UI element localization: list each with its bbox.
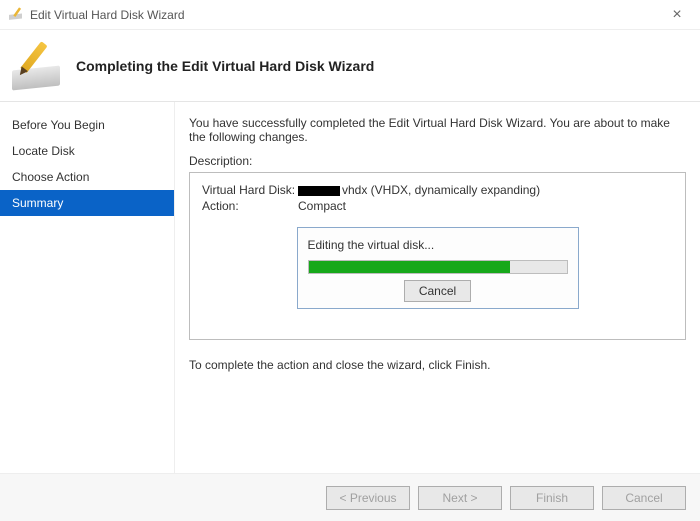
progress-bar [308,260,568,274]
cancel-button[interactable]: Cancel [602,486,686,510]
progress-label: Editing the virtual disk... [308,238,568,252]
action-value: Compact [298,199,673,213]
finish-button[interactable]: Finish [510,486,594,510]
vhd-row: Virtual Hard Disk: vhdx (VHDX, dynamical… [202,183,673,197]
wizard-header: Completing the Edit Virtual Hard Disk Wi… [0,30,700,102]
intro-text: You have successfully completed the Edit… [189,116,686,144]
wizard-steps-sidebar: Before You Begin Locate Disk Choose Acti… [0,102,175,473]
wizard-icon [10,42,64,90]
wizard-body: Before You Begin Locate Disk Choose Acti… [0,102,700,473]
description-label: Description: [189,154,686,168]
window-title: Edit Virtual Hard Disk Wizard [30,8,662,22]
vhd-key: Virtual Hard Disk: [202,183,298,197]
description-box: Virtual Hard Disk: vhdx (VHDX, dynamical… [189,172,686,340]
close-icon[interactable]: × [662,6,692,24]
progress-dialog: Editing the virtual disk... Cancel [297,227,579,309]
action-key: Action: [202,199,298,213]
sidebar-item-summary[interactable]: Summary [0,190,174,216]
wizard-footer: < Previous Next > Finish Cancel [0,473,700,521]
sidebar-item-choose-action[interactable]: Choose Action [0,164,174,190]
next-button[interactable]: Next > [418,486,502,510]
cancel-progress-button[interactable]: Cancel [404,280,471,302]
sidebar-item-locate-disk[interactable]: Locate Disk [0,138,174,164]
complete-instruction: To complete the action and close the wiz… [189,358,686,372]
page-title: Completing the Edit Virtual Hard Disk Wi… [76,58,374,74]
titlebar: Edit Virtual Hard Disk Wizard × [0,0,700,30]
previous-button[interactable]: < Previous [326,486,410,510]
redacted-filename [298,186,340,196]
wizard-content: You have successfully completed the Edit… [175,102,700,473]
sidebar-item-before-you-begin[interactable]: Before You Begin [0,112,174,138]
action-row: Action: Compact [202,199,673,213]
vhd-value: vhdx (VHDX, dynamically expanding) [298,183,673,197]
app-icon [8,7,24,23]
progress-fill [309,261,510,273]
